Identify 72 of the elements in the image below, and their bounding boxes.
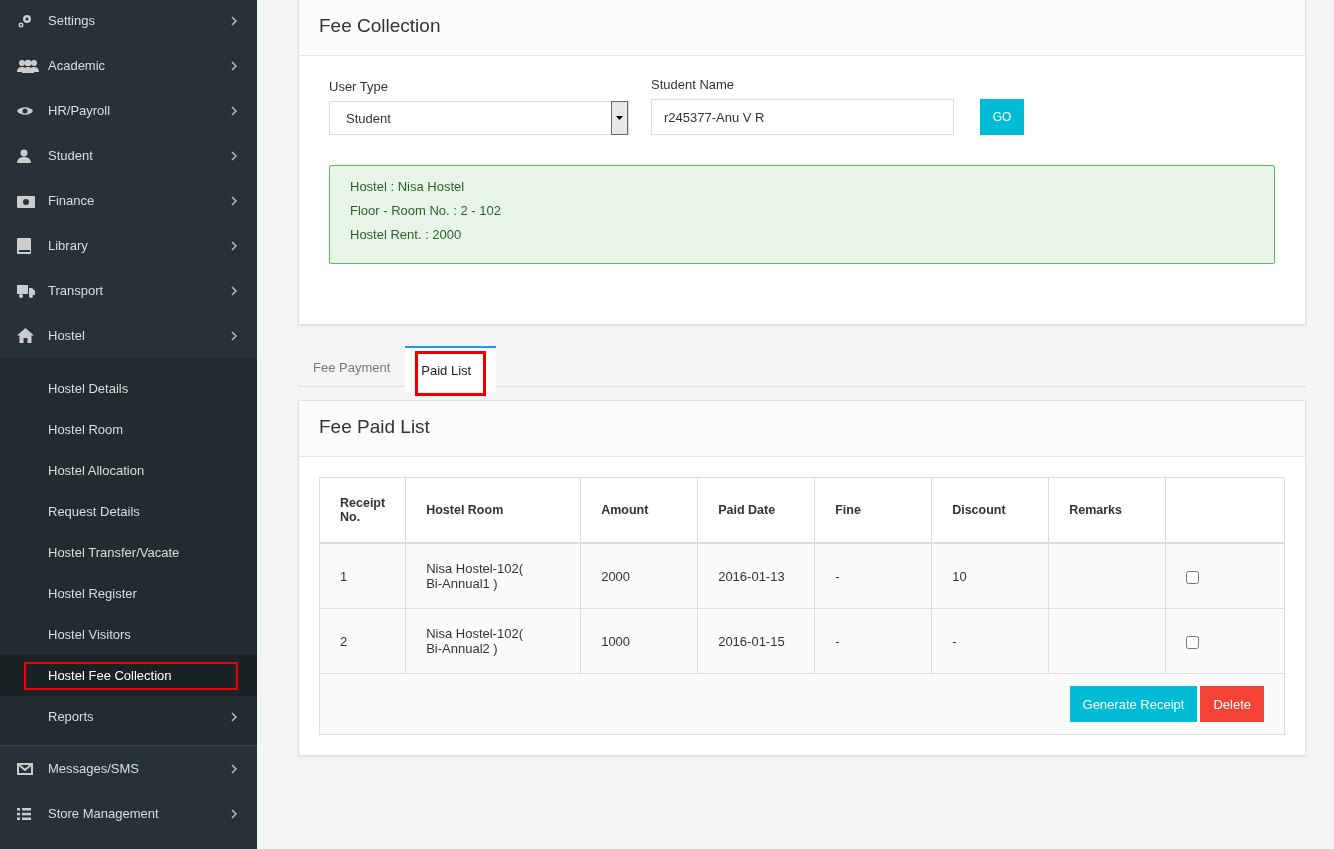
- sidebar-subitem[interactable]: Hostel Visitors: [0, 614, 257, 655]
- sidebar-item[interactable]: Academic: [0, 43, 257, 88]
- truck-icon: [17, 283, 35, 298]
- panel-title: Fee Paid List: [299, 401, 1305, 457]
- sidebar-item[interactable]: Settings: [0, 0, 257, 43]
- sidebar-subitem[interactable]: Reports: [0, 696, 257, 737]
- chevron-right-icon: [231, 808, 237, 819]
- field-label: Student Name: [651, 77, 736, 92]
- envelope-icon: [17, 762, 33, 775]
- panel-title: Fee Collection: [299, 0, 1305, 56]
- table-cell: 2016-01-15: [718, 633, 785, 649]
- table-cell: 1: [340, 568, 348, 584]
- eye-icon: [17, 105, 33, 116]
- chevron-right-icon: [231, 105, 237, 116]
- sidebar-subitem[interactable]: Hostel Fee Collection: [0, 655, 257, 696]
- chevron-right-icon: [231, 15, 237, 26]
- table-cell: 2: [340, 633, 348, 649]
- student-name-field[interactable]: r245377-Anu V R: [651, 99, 954, 135]
- chevron-right-icon: [231, 60, 237, 71]
- gears-icon: [17, 13, 33, 28]
- field-label: User Type: [329, 79, 389, 94]
- sidebar-subitem[interactable]: Hostel Room: [0, 409, 257, 450]
- sidebar-item[interactable]: Messages/SMS: [0, 746, 257, 791]
- home-icon: [17, 328, 34, 343]
- info-text: Hostel Rent. : 2000: [350, 227, 463, 242]
- list-icon: [17, 807, 31, 820]
- sidebar-item[interactable]: Store Management: [0, 791, 257, 836]
- sidebar-subitem[interactable]: Request Details: [0, 491, 257, 532]
- chevron-right-icon: [231, 195, 237, 206]
- column-header: Paid Date: [697, 478, 815, 543]
- tab[interactable]: Fee Payment: [298, 346, 406, 386]
- row-checkbox[interactable]: [1186, 636, 1200, 649]
- row-checkbox[interactable]: [1186, 571, 1200, 584]
- action-button[interactable]: Delete: [1200, 686, 1264, 722]
- column-header: Hostel Room: [405, 478, 581, 543]
- chevron-right-icon: [231, 285, 237, 296]
- sidebar-subitem[interactable]: Hostel Details: [0, 368, 257, 409]
- chevron-right-icon: [231, 240, 237, 251]
- sidebar-subitem[interactable]: Hostel Transfer/Vacate: [0, 532, 257, 573]
- column-header: Amount: [580, 478, 698, 543]
- sidebar-item[interactable]: Hostel: [0, 313, 257, 358]
- user-type-select[interactable]: Student: [329, 101, 629, 135]
- table-cell: 1000: [601, 633, 631, 649]
- sidebar-item[interactable]: Finance: [0, 178, 257, 223]
- user-icon: [17, 148, 31, 163]
- info-text: Floor - Room No. : 2 - 102: [350, 203, 502, 218]
- column-header: Fine: [814, 478, 932, 543]
- sidebar-subitem[interactable]: Hostel Register: [0, 573, 257, 614]
- chevron-right-icon: [231, 763, 237, 774]
- table-cell-text: Nisa Hostel-102( Bi-Annual1 ): [426, 561, 524, 591]
- sidebar-item[interactable]: HR/Payroll: [0, 88, 257, 133]
- sidebar-item[interactable]: Transport: [0, 268, 257, 313]
- table-cell: 10: [952, 568, 967, 584]
- sidebar-item[interactable]: Student: [0, 133, 257, 178]
- column-header: Receipt No.: [320, 478, 406, 543]
- sidebar-subitem[interactable]: Hostel Allocation: [0, 450, 257, 491]
- chevron-right-icon: [231, 711, 237, 722]
- table-cell: -: [952, 633, 957, 649]
- table-cell-text: Nisa Hostel-102( Bi-Annual2 ): [426, 626, 524, 656]
- chevron-right-icon: [231, 330, 237, 341]
- sidebar-item[interactable]: Library: [0, 223, 257, 268]
- table-cell: 2016-01-13: [718, 568, 785, 584]
- users-icon: [17, 58, 39, 73]
- book-icon: [17, 237, 31, 254]
- table-cell: -: [835, 568, 840, 584]
- info-text: Hostel : Nisa Hostel: [350, 179, 466, 194]
- chevron-right-icon: [231, 150, 237, 161]
- column-header: Remarks: [1048, 478, 1166, 543]
- table-cell: 2000: [601, 568, 631, 584]
- table-cell: -: [835, 633, 840, 649]
- money-icon: [17, 193, 35, 208]
- column-header: Discount: [931, 478, 1049, 543]
